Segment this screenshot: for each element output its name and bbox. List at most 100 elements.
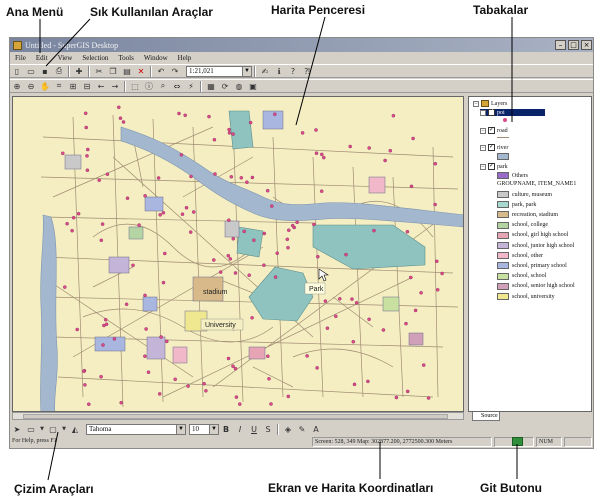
- minimize-icon[interactable]: –: [555, 40, 566, 50]
- legend-label: school, junior high school: [512, 242, 575, 249]
- previous-extent-icon[interactable]: ←: [95, 81, 107, 92]
- menu-window[interactable]: Window: [144, 54, 168, 62]
- globe-icon[interactable]: ◍: [233, 81, 245, 92]
- toc-layer-park[interactable]: − ✓ park: [480, 163, 508, 170]
- chevron-down-icon[interactable]: ▼: [242, 66, 251, 76]
- collapse-icon[interactable]: −: [480, 127, 486, 134]
- standard-toolbar: ▯ ▭ ▪ ⎙ ✚ ✂ ❐ ▤ ✕ ↶ ↷ 1:21,021 ▼ ✍ ℹ ? ⁈: [10, 64, 593, 78]
- rectangle-tool-icon[interactable]: ▭: [25, 424, 37, 435]
- toc-layer-poi[interactable]: − ✓ poi: [480, 109, 545, 116]
- line-color-icon[interactable]: ✎: [296, 424, 308, 435]
- select-features-icon[interactable]: ⬚: [129, 81, 141, 92]
- menu-selection[interactable]: Selection: [82, 54, 108, 62]
- tab-source-label: Source: [481, 413, 498, 419]
- legend-swatch: [497, 282, 509, 290]
- screen-map-coordinates: Screen: 528, 349 Map: 302877.200, 277250…: [312, 437, 492, 447]
- info-icon[interactable]: ⓘ: [143, 81, 155, 92]
- underline-icon[interactable]: U: [248, 424, 260, 435]
- collapse-icon[interactable]: −: [480, 109, 486, 116]
- strikethrough-icon[interactable]: S: [262, 424, 274, 435]
- map-canvas[interactable]: stadium University Park: [13, 97, 464, 412]
- cut-icon[interactable]: ✂: [93, 66, 105, 77]
- next-extent-icon[interactable]: →: [109, 81, 121, 92]
- poi-point: [312, 222, 316, 227]
- select-pointer-icon[interactable]: ➤: [11, 424, 23, 435]
- poi-point: [231, 132, 235, 136]
- map-overview-icon[interactable]: ▣: [247, 81, 259, 92]
- full-extent-icon[interactable]: ⌗: [53, 81, 65, 92]
- fill-tool-icon[interactable]: ◭: [69, 424, 81, 435]
- chevron-down-icon[interactable]: ▼: [61, 424, 67, 435]
- menu-help[interactable]: Help: [178, 54, 192, 62]
- chevron-down-icon[interactable]: ▼: [209, 424, 218, 434]
- fixed-zoom-in-icon[interactable]: ⊞: [67, 81, 79, 92]
- others-swatch: [497, 172, 509, 179]
- legend-label: school, school: [512, 273, 547, 280]
- pan-tool-icon[interactable]: ✍: [259, 66, 271, 77]
- fill-color-icon[interactable]: ◈: [282, 424, 294, 435]
- bold-icon[interactable]: B: [220, 424, 232, 435]
- menu-file[interactable]: File: [15, 54, 26, 62]
- hyperlink-icon[interactable]: ⚡: [185, 81, 197, 92]
- collapse-icon[interactable]: −: [473, 100, 479, 107]
- scrollbar-thumb[interactable]: [23, 414, 448, 419]
- poi-point: [295, 220, 299, 225]
- poi-point: [188, 230, 193, 234]
- toc-root[interactable]: − Layers: [473, 100, 507, 107]
- checkbox-river[interactable]: ✓: [488, 144, 495, 151]
- italic-icon[interactable]: I: [234, 424, 246, 435]
- identify-icon[interactable]: ℹ: [273, 66, 285, 77]
- zoom-in-icon[interactable]: ⊕: [11, 81, 23, 92]
- print-icon[interactable]: ⎙: [53, 66, 65, 77]
- menu-edit[interactable]: Edit: [36, 54, 48, 62]
- fixed-zoom-out-icon[interactable]: ⊟: [81, 81, 93, 92]
- redo-icon[interactable]: ↷: [169, 66, 181, 77]
- add-data-icon[interactable]: ✚: [73, 66, 85, 77]
- toc-layer-river[interactable]: − ✓ river: [480, 144, 508, 151]
- checkbox-park[interactable]: ✓: [488, 163, 495, 170]
- scale-combo[interactable]: 1:21,021 ▼: [186, 65, 252, 77]
- collapse-icon[interactable]: −: [480, 144, 486, 151]
- font-combo[interactable]: Tahoma ▼: [86, 423, 186, 435]
- new-file-icon[interactable]: ▯: [11, 66, 23, 77]
- measure-icon[interactable]: ⇔: [171, 81, 183, 92]
- menu-view[interactable]: View: [58, 54, 73, 62]
- find-icon[interactable]: ⌕: [157, 81, 169, 92]
- font-size-combo[interactable]: 10 ▼: [189, 423, 219, 435]
- whats-this-icon[interactable]: ⁈: [301, 66, 313, 77]
- checkbox-poi[interactable]: ✓: [488, 109, 495, 116]
- poi-point: [250, 175, 255, 180]
- title-bar[interactable]: Untitled - SuperGIS Desktop – □ ×: [10, 38, 593, 52]
- text-tool-icon[interactable]: ▢: [47, 424, 59, 435]
- go-button[interactable]: [512, 437, 523, 446]
- save-icon[interactable]: ▪: [39, 66, 51, 77]
- map-window[interactable]: stadium University Park: [12, 96, 464, 412]
- tab-source[interactable]: Source: [472, 412, 500, 421]
- close-icon[interactable]: ×: [581, 40, 592, 50]
- refresh-icon[interactable]: ⟳: [219, 81, 231, 92]
- copy-icon[interactable]: ❐: [107, 66, 119, 77]
- chevron-down-icon[interactable]: ▼: [39, 424, 45, 435]
- paste-icon[interactable]: ▤: [121, 66, 133, 77]
- toc-layer-road[interactable]: − ✓ road: [480, 127, 508, 134]
- undo-icon[interactable]: ↶: [155, 66, 167, 77]
- font-color-icon[interactable]: A: [310, 424, 322, 435]
- collapse-icon[interactable]: −: [480, 163, 486, 170]
- toc-others: Others: [497, 172, 528, 179]
- open-folder-icon[interactable]: ▭: [25, 66, 37, 77]
- poi-point: [143, 293, 147, 298]
- poi-point: [63, 285, 67, 289]
- maximize-icon[interactable]: □: [568, 40, 579, 50]
- chevron-down-icon[interactable]: ▼: [176, 424, 185, 434]
- poi-point: [391, 113, 396, 118]
- delete-icon[interactable]: ✕: [135, 66, 147, 77]
- layout-icon[interactable]: ▦: [205, 81, 217, 92]
- poi-point: [161, 211, 166, 215]
- menu-tools[interactable]: Tools: [118, 54, 133, 62]
- checkbox-road[interactable]: ✓: [488, 127, 495, 134]
- help-icon[interactable]: ?: [287, 66, 299, 77]
- map-horizontal-scrollbar[interactable]: [12, 412, 464, 420]
- poi-point: [366, 379, 370, 384]
- pan-icon[interactable]: ✋: [39, 81, 51, 92]
- zoom-out-icon[interactable]: ⊖: [25, 81, 37, 92]
